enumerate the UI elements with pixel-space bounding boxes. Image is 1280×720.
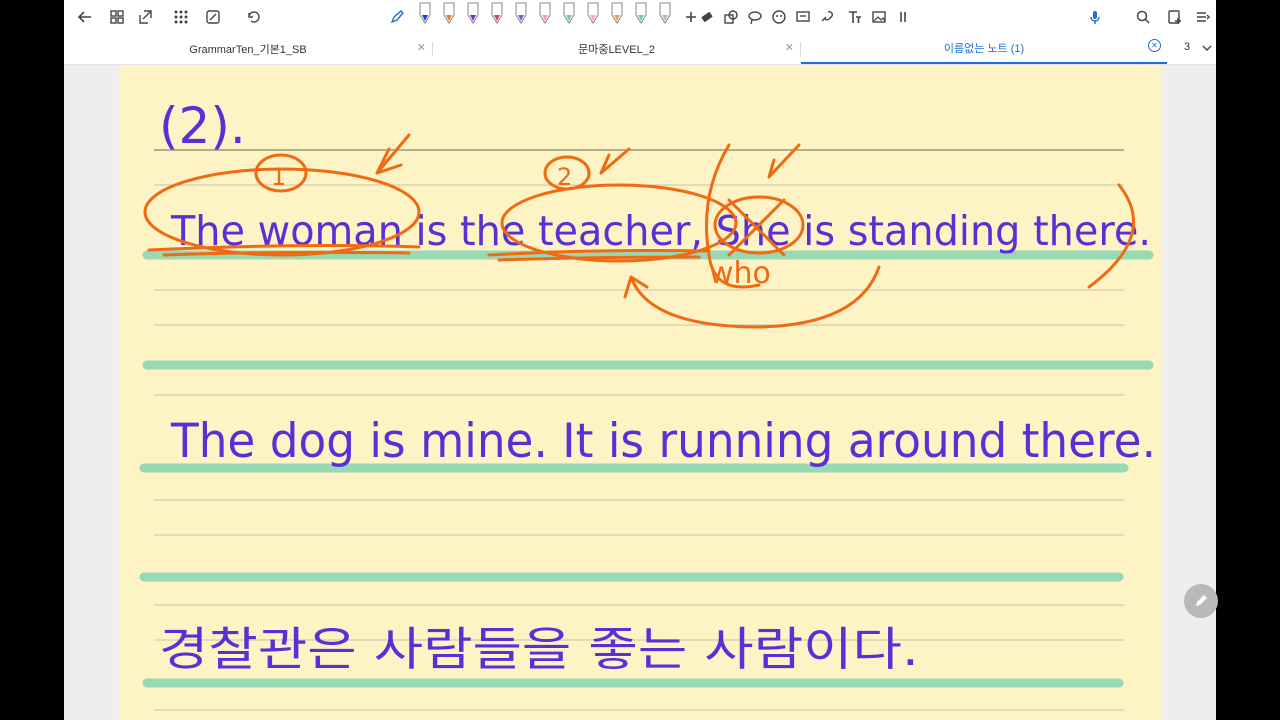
note-page[interactable]: (2). The woman is the teacher, She is st…	[119, 65, 1161, 720]
highlighter-green-icon[interactable]	[558, 2, 580, 24]
tab-count[interactable]: 3	[1184, 41, 1190, 53]
tab-label: GrammarTen_기본1_SB	[189, 43, 307, 56]
canvas-area: (2). The woman is the teacher, She is st…	[64, 65, 1216, 720]
highlighter-gray-icon[interactable]	[654, 2, 676, 24]
annotation-who: who	[709, 256, 771, 291]
lasso-icon[interactable]	[744, 6, 766, 28]
note-line-1: (2).	[159, 97, 246, 155]
close-tab-icon[interactable]: ✕	[417, 42, 426, 54]
close-tab-icon[interactable]: ✕	[785, 42, 794, 54]
grid-view-icon[interactable]	[106, 6, 128, 28]
note-line-4: 경찰관은 사람들을 좋는 사람이다.	[159, 622, 919, 676]
undo-icon[interactable]	[242, 6, 264, 28]
close-tab-icon[interactable]: ✕	[1148, 39, 1161, 52]
text-box-icon[interactable]	[792, 6, 814, 28]
add-page-icon[interactable]	[1164, 6, 1186, 28]
pen-purple-2-icon[interactable]	[510, 2, 532, 24]
back-arrow-icon[interactable]	[74, 6, 96, 28]
pen-quick-button[interactable]	[1184, 584, 1218, 618]
highlighter-pink-2-icon[interactable]	[582, 2, 604, 24]
highlighter-teal-icon[interactable]	[630, 2, 652, 24]
note-line-2: The woman is the teacher, She is standin…	[170, 207, 1151, 255]
sticker-icon[interactable]	[768, 6, 790, 28]
pen-pink-icon[interactable]	[486, 2, 508, 24]
tab-label: 문마중LEVEL_2	[578, 43, 655, 56]
annotation-2: 2	[557, 163, 572, 191]
tab-untitled-note[interactable]: 이름없는 노트 (1) ✕	[801, 33, 1167, 64]
link-icon[interactable]	[816, 6, 838, 28]
tab-bar: GrammarTen_기본1_SB ✕ 문마중LEVEL_2 ✕ 이름없는 노트…	[64, 33, 1216, 65]
eraser-icon[interactable]	[696, 6, 718, 28]
menu-icon[interactable]	[1192, 6, 1214, 28]
edit-page-icon[interactable]	[202, 6, 224, 28]
apps-grid-icon[interactable]	[170, 6, 192, 28]
note-app: GrammarTen_기본1_SB ✕ 문마중LEVEL_2 ✕ 이름없는 노트…	[64, 0, 1216, 720]
pen-orange-icon[interactable]	[438, 2, 460, 24]
tab-grammarten[interactable]: GrammarTen_기본1_SB ✕	[64, 33, 432, 64]
pen-blue-icon[interactable]	[414, 2, 436, 24]
search-icon[interactable]	[1132, 6, 1154, 28]
highlighter-pink-icon[interactable]	[534, 2, 556, 24]
shapes-icon[interactable]	[720, 6, 742, 28]
text-tool-icon[interactable]	[844, 6, 866, 28]
handwriting-layer: (2). The woman is the teacher, She is st…	[139, 97, 1156, 711]
tab-label: 이름없는 노트 (1)	[943, 42, 1025, 55]
more-icon[interactable]	[892, 6, 914, 28]
page-export-icon[interactable]	[134, 6, 156, 28]
voice-record-icon[interactable]	[1084, 6, 1106, 28]
pen-purple-icon[interactable]	[462, 2, 484, 24]
pencil-icon	[1196, 595, 1207, 606]
chevron-down-icon[interactable]	[1196, 37, 1216, 59]
pen-select-icon[interactable]	[386, 6, 408, 28]
tab-munmajung[interactable]: 문마중LEVEL_2 ✕	[433, 33, 800, 64]
image-icon[interactable]	[868, 6, 890, 28]
highlighter-orange-icon[interactable]	[606, 2, 628, 24]
annotation-1: 1	[271, 163, 286, 191]
note-line-3: The dog is mine. It is running around th…	[170, 414, 1156, 469]
top-toolbar	[64, 0, 1216, 33]
